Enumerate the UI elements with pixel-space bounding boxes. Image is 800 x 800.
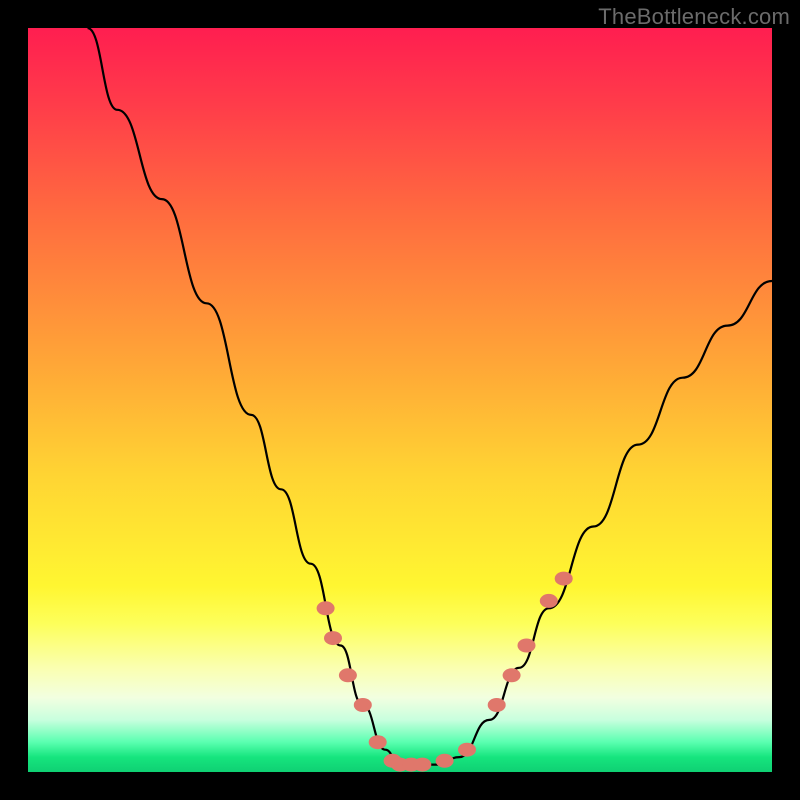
data-marker — [384, 754, 402, 768]
data-marker — [555, 572, 573, 586]
bottleneck-curve — [28, 28, 772, 772]
data-marker — [413, 758, 431, 772]
chart-area — [28, 28, 772, 772]
data-marker — [391, 758, 409, 772]
data-marker — [503, 668, 521, 682]
data-marker — [324, 631, 342, 645]
data-marker — [354, 698, 372, 712]
data-marker — [339, 668, 357, 682]
data-marker — [369, 735, 387, 749]
data-marker — [402, 758, 420, 772]
data-marker — [488, 698, 506, 712]
data-marker — [458, 743, 476, 757]
data-marker — [518, 639, 536, 653]
watermark-text: TheBottleneck.com — [598, 4, 790, 30]
data-marker — [540, 594, 558, 608]
data-marker — [317, 601, 335, 615]
data-marker — [436, 754, 454, 768]
